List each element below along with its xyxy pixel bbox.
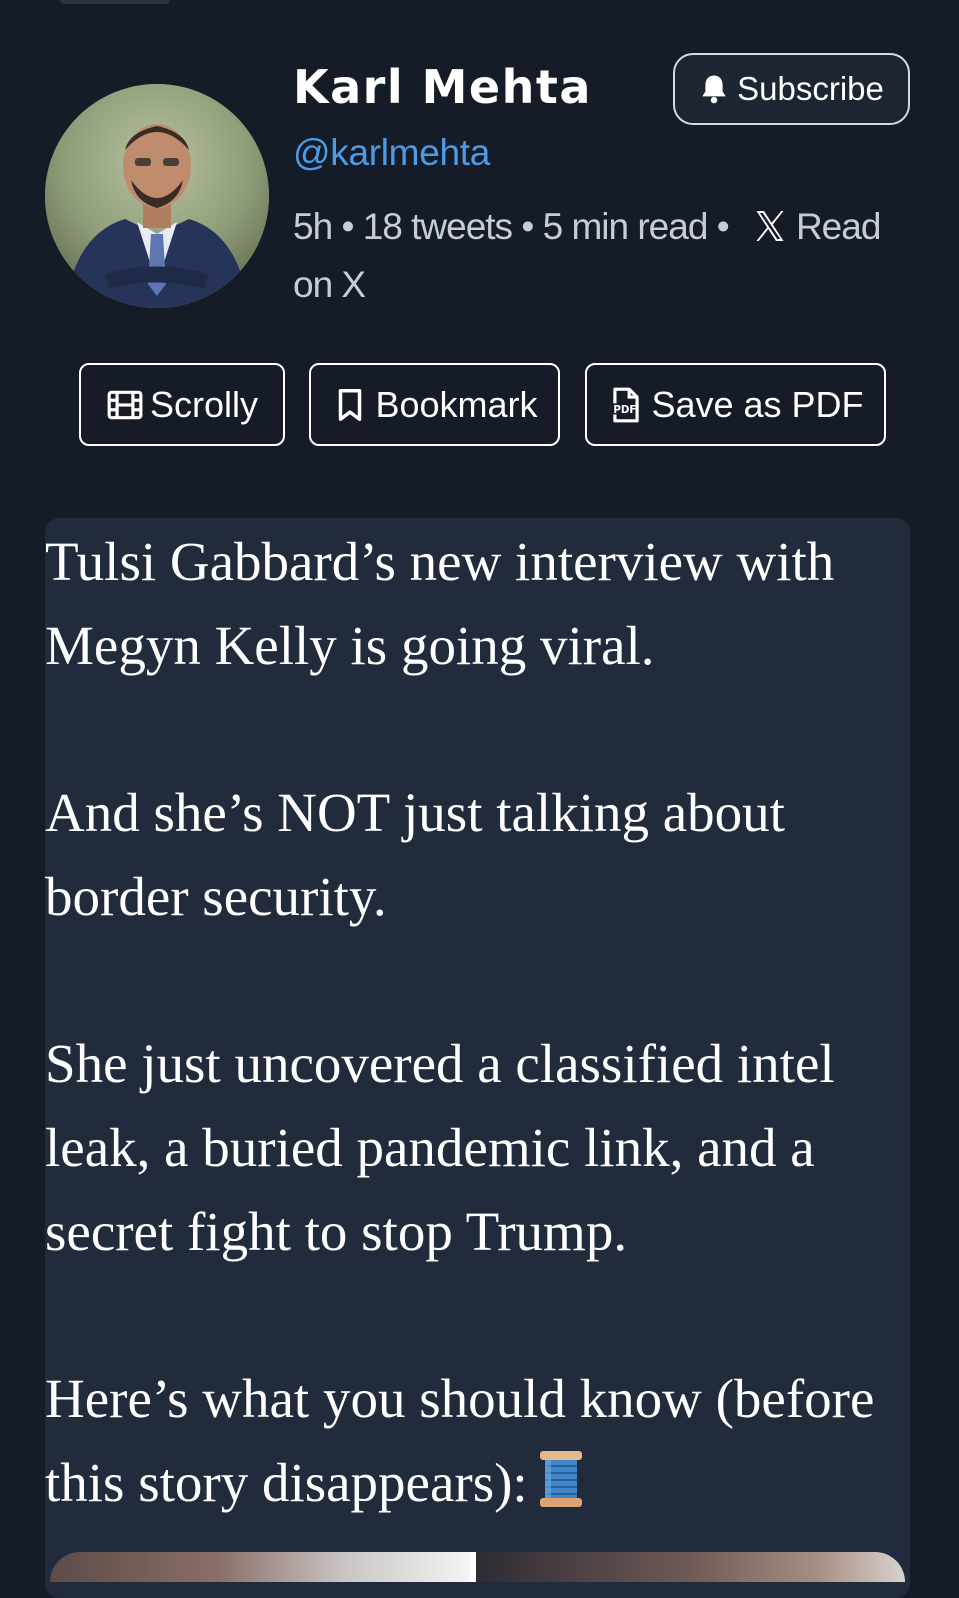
author-avatar[interactable] [45,84,269,308]
tweet-paragraph: Tulsi Gabbard’s new interview with Megyn… [45,531,835,676]
subscribe-button[interactable]: Subscribe [673,53,910,125]
post-age: 5h [293,206,333,247]
spool-of-thread-icon [539,1451,582,1507]
meta-separator: • [341,206,354,247]
profile-photo [45,84,269,308]
tweet-paragraph: And she’s NOT just talking about border … [45,782,785,927]
scrolly-button[interactable]: Scrolly [79,363,285,446]
thread-meta: 5h • 18 tweets • 5 min read • Read on X [293,198,903,314]
media-image[interactable] [50,1552,470,1582]
author-handle[interactable]: @karlmehta [293,132,490,174]
save-pdf-label: Save as PDF [651,383,864,425]
tweet-paragraph: She just uncovered a classified intel le… [45,1033,835,1262]
save-pdf-button[interactable]: PDF Save as PDF [585,363,886,446]
tweet-media-preview[interactable] [50,1552,905,1582]
pdf-file-icon: PDF [612,387,640,422]
bell-icon [702,75,726,104]
film-icon [107,390,143,419]
bookmark-button[interactable]: Bookmark [309,363,560,446]
tweet-paragraph: Here’s what you should know (before this… [45,1368,875,1513]
tweet-body: Tulsi Gabbard’s new interview with Megyn… [45,520,905,1525]
tweet-paragraph-last: Here’s what you should know (before this… [45,1357,905,1525]
meta-separator: • [716,206,730,247]
subscribe-label: Subscribe [737,70,884,107]
x-logo-icon[interactable] [752,208,788,244]
author-name[interactable]: Karl Mehta [293,60,592,114]
tweet-count: 18 tweets [362,206,513,247]
svg-text:PDF: PDF [614,404,637,416]
meta-separator: • [521,206,534,247]
read-time: 5 min read [542,206,709,247]
bookmark-icon [339,388,362,421]
top-bar-handle [60,0,170,4]
bookmark-label: Bookmark [375,383,538,425]
media-image[interactable] [476,1552,905,1582]
scrolly-label: Scrolly [149,383,259,425]
